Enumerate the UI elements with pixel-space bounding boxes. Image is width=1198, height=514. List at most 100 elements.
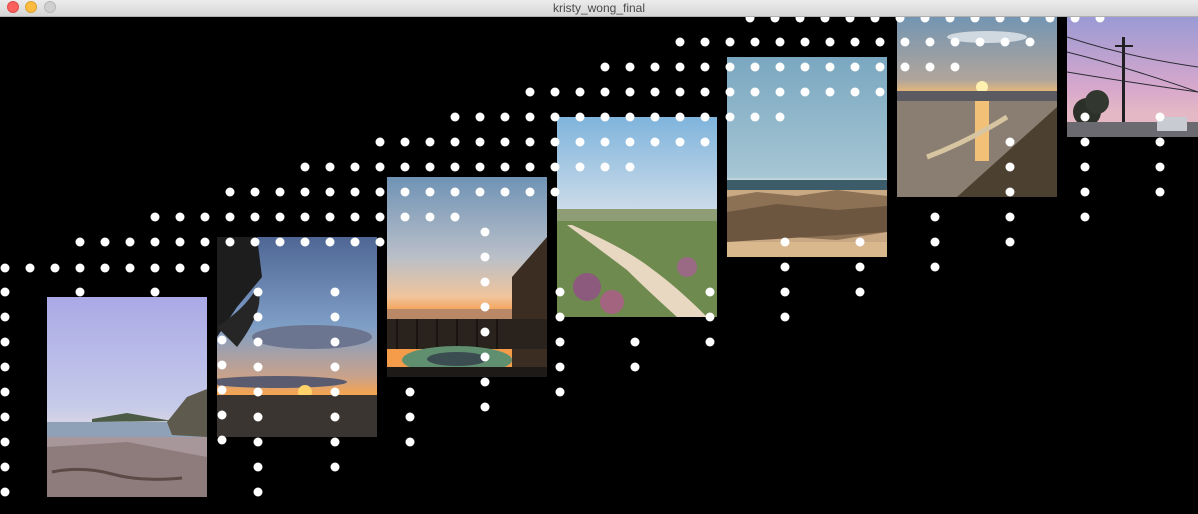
dot xyxy=(855,262,865,272)
dot xyxy=(875,37,885,47)
dot xyxy=(425,187,435,197)
dot xyxy=(1155,162,1165,172)
dot xyxy=(405,387,415,397)
dot xyxy=(725,87,735,97)
dot xyxy=(555,312,565,322)
dot xyxy=(525,87,535,97)
dot xyxy=(405,437,415,447)
dot xyxy=(1005,162,1015,172)
dot xyxy=(705,312,715,322)
dot xyxy=(200,263,210,273)
dot xyxy=(550,112,560,122)
dot xyxy=(975,37,985,47)
dot xyxy=(555,337,565,347)
dot xyxy=(750,112,760,122)
dot xyxy=(800,37,810,47)
dot xyxy=(1025,37,1035,47)
dot xyxy=(253,287,263,297)
dot xyxy=(150,212,160,222)
dot xyxy=(625,62,635,72)
dot xyxy=(1095,17,1105,23)
dot xyxy=(825,37,835,47)
dot xyxy=(300,212,310,222)
dot xyxy=(650,87,660,97)
dot xyxy=(845,17,855,23)
dot xyxy=(217,410,227,420)
dot xyxy=(480,402,490,412)
dot xyxy=(1080,162,1090,172)
dot xyxy=(1155,112,1165,122)
dot xyxy=(550,187,560,197)
dot xyxy=(75,263,85,273)
dot xyxy=(575,137,585,147)
dot xyxy=(1000,37,1010,47)
dot xyxy=(300,187,310,197)
dot xyxy=(500,112,510,122)
dot xyxy=(330,437,340,447)
dot xyxy=(450,112,460,122)
dot xyxy=(705,337,715,347)
dot xyxy=(425,137,435,147)
dot xyxy=(675,87,685,97)
dot xyxy=(480,227,490,237)
dot xyxy=(75,237,85,247)
dot xyxy=(1005,212,1015,222)
dot xyxy=(330,287,340,297)
dot xyxy=(125,263,135,273)
dot xyxy=(600,62,610,72)
window-title: kristy_wong_final xyxy=(552,1,646,15)
dot xyxy=(780,287,790,297)
dot xyxy=(125,237,135,247)
dot xyxy=(350,212,360,222)
dot xyxy=(217,360,227,370)
dot xyxy=(925,62,935,72)
dot xyxy=(217,335,227,345)
dot xyxy=(970,17,980,23)
dot xyxy=(900,37,910,47)
dot xyxy=(630,362,640,372)
dot xyxy=(0,263,10,273)
dot xyxy=(350,187,360,197)
dot xyxy=(480,302,490,312)
dot xyxy=(555,362,565,372)
dot xyxy=(995,17,1005,23)
dot xyxy=(875,62,885,72)
dot xyxy=(300,237,310,247)
dot xyxy=(775,37,785,47)
dot xyxy=(50,263,60,273)
dot xyxy=(1155,187,1165,197)
dot xyxy=(775,112,785,122)
dot xyxy=(175,212,185,222)
dot xyxy=(217,385,227,395)
dot xyxy=(700,87,710,97)
dot xyxy=(275,212,285,222)
dot xyxy=(200,212,210,222)
dot xyxy=(25,263,35,273)
dot xyxy=(555,287,565,297)
dot xyxy=(800,87,810,97)
dot xyxy=(225,187,235,197)
dot xyxy=(450,137,460,147)
dot xyxy=(625,162,635,172)
dot xyxy=(475,162,485,172)
dot xyxy=(225,237,235,247)
dot xyxy=(675,62,685,72)
dot xyxy=(405,412,415,422)
dot xyxy=(855,287,865,297)
dot xyxy=(675,112,685,122)
dot xyxy=(700,37,710,47)
dot xyxy=(480,327,490,337)
dot xyxy=(275,187,285,197)
dot xyxy=(700,137,710,147)
dot xyxy=(575,162,585,172)
dot xyxy=(350,162,360,172)
dot xyxy=(650,137,660,147)
dot xyxy=(930,237,940,247)
dot xyxy=(705,287,715,297)
dot xyxy=(350,237,360,247)
dot xyxy=(375,237,385,247)
dot xyxy=(375,212,385,222)
dot xyxy=(425,162,435,172)
dot xyxy=(225,212,235,222)
dot xyxy=(0,412,10,422)
